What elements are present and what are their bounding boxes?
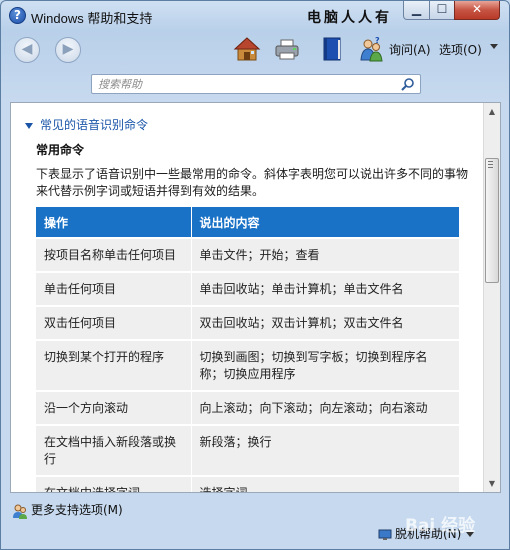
- section-expander[interactable]: 常见的语音识别命令: [25, 116, 148, 133]
- scrollbar-grip-icon: [488, 161, 493, 168]
- table-cell: 在文档中选择字词: [36, 475, 192, 492]
- column-header: 操作: [36, 207, 192, 238]
- table-cell: 单击文件；开始；查看: [191, 237, 460, 272]
- table-row: 单击任何项目 单击回收站；单击计算机；单击文件名: [36, 271, 460, 306]
- table-cell: 双击任何项目: [36, 305, 192, 340]
- table-cell: 切换到画图；切换到写字板；切换到程序名称；切换应用程序: [191, 339, 460, 391]
- table-cell: 向上滚动；向下滚动；向左滚动；向右滚动: [191, 390, 460, 425]
- search-icon[interactable]: [401, 77, 415, 91]
- table-cell: 选择字词: [191, 475, 460, 492]
- table-row: 按项目名称单击任何项目 单击文件；开始；查看: [36, 237, 460, 272]
- watermark-text: 电脑人人有: [307, 10, 392, 26]
- intro-paragraph: 下表显示了语音识别中一些最常用的命令。斜体字表明您可以说出许多不同的事物来代替示…: [36, 167, 469, 198]
- section-title: 常见的语音识别命令: [40, 118, 149, 132]
- back-button[interactable]: ◀: [14, 37, 40, 63]
- table-cell: 沿一个方向滚动: [36, 390, 192, 425]
- ask-menu[interactable]: 询问(A): [389, 41, 431, 58]
- table-row: 在文档中插入新段落或换行 新段落；换行: [36, 424, 460, 476]
- maximize-button[interactable]: ☐: [429, 1, 455, 20]
- browse-help-book-icon[interactable]: [318, 36, 346, 62]
- expand-triangle-icon: [25, 122, 33, 129]
- table-cell: 单击回收站；单击计算机；单击文件名: [191, 271, 460, 306]
- forward-arrow-icon: ▶: [62, 41, 74, 57]
- table-cell: 新段落；换行: [191, 424, 460, 476]
- table-cell: 按项目名称单击任何项目: [36, 237, 192, 272]
- scroll-up-arrow-icon[interactable]: ▲: [484, 103, 500, 120]
- back-arrow-icon: ◀: [21, 41, 33, 57]
- table-header-row: 操作 说出的内容: [36, 207, 460, 238]
- home-icon[interactable]: [233, 36, 261, 62]
- table-cell: 单击任何项目: [36, 271, 192, 306]
- options-menu[interactable]: 选项(O): [439, 41, 482, 58]
- title-bar[interactable]: ? Windows 帮助和支持 电脑人人有 ▁ ☐ ✕: [1, 1, 509, 31]
- more-support-options-link[interactable]: 更多支持选项(M): [12, 501, 123, 519]
- table-row: 切换到某个打开的程序 切换到画图；切换到写字板；切换到程序名称；切换应用程序: [36, 339, 460, 391]
- search-box[interactable]: [91, 74, 421, 94]
- window-title: Windows 帮助和支持: [31, 11, 153, 26]
- table-row: 在文档中选择字词 选择字词: [36, 475, 460, 492]
- table-cell: 切换到某个打开的程序: [36, 339, 192, 391]
- search-input[interactable]: [98, 77, 388, 92]
- table-row: 双击任何项目 双击回收站；双击计算机；双击文件名: [36, 305, 460, 340]
- column-header: 说出的内容: [191, 207, 460, 238]
- sub-heading: 常用命令: [36, 143, 85, 157]
- overlay-watermark: Bai 经验: [405, 516, 476, 536]
- computer-icon: [378, 529, 392, 540]
- help-window: ? Windows 帮助和支持 电脑人人有 ▁ ☐ ✕ ◀ ▶ ? 询问(A) …: [0, 0, 510, 550]
- table-cell: 在文档中插入新段落或换行: [36, 424, 192, 476]
- more-support-label: 更多支持选项(M): [31, 503, 123, 517]
- scroll-down-arrow-icon[interactable]: ▼: [484, 475, 500, 492]
- scrollbar-thumb[interactable]: [485, 158, 499, 283]
- help-app-icon: ?: [9, 7, 26, 24]
- toolbar-overflow-chevron-icon[interactable]: [490, 44, 498, 49]
- vertical-scrollbar[interactable]: ▲ ▼: [483, 103, 500, 492]
- commands-table: 操作 说出的内容 按项目名称单击任何项目 单击文件；开始；查看 单击任何项目 单…: [36, 207, 460, 492]
- support-people-icon: [13, 504, 27, 519]
- table-row: 沿一个方向滚动 向上滚动；向下滚动；向左滚动；向右滚动: [36, 390, 460, 425]
- close-button[interactable]: ✕: [454, 1, 500, 20]
- print-icon[interactable]: [273, 36, 301, 62]
- svg-text:?: ?: [375, 36, 380, 45]
- forward-button[interactable]: ▶: [55, 37, 81, 63]
- help-content-pane[interactable]: 常见的语音识别命令 常用命令 下表显示了语音识别中一些最常用的命令。斜体字表明您…: [10, 102, 501, 493]
- table-cell: 双击回收站；双击计算机；双击文件名: [191, 305, 460, 340]
- ask-people-icon[interactable]: ?: [357, 36, 385, 62]
- minimize-button[interactable]: ▁: [403, 1, 430, 20]
